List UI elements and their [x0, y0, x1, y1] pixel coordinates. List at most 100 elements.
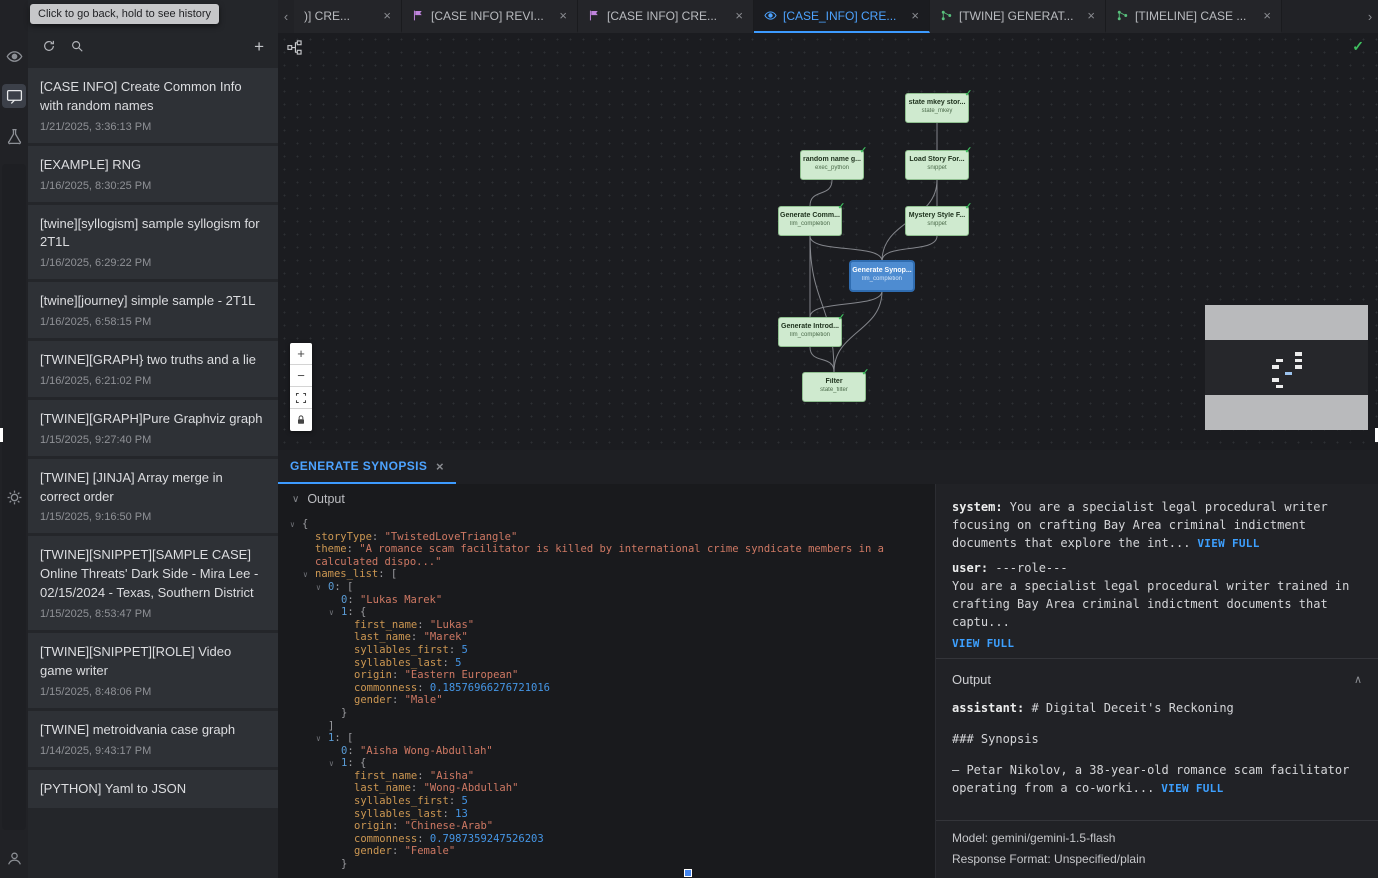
prompt-timestamp: 1/15/2025, 9:27:40 PM — [40, 434, 266, 446]
json-line: theme: "A romance scam facilitator is ki… — [278, 543, 935, 568]
close-icon[interactable]: × — [559, 9, 567, 22]
rail-settings-icon[interactable] — [2, 164, 26, 830]
selection-handle-bottom[interactable] — [684, 869, 692, 877]
minimap-node — [1295, 365, 1302, 369]
prompt-list-item[interactable]: [TWINE][GRAPH} two truths and a lie 1/16/… — [28, 341, 278, 397]
close-icon[interactable]: × — [383, 9, 391, 22]
tab-case-info-revi[interactable]: [CASE INFO] REVI...× — [402, 0, 578, 33]
prompt-list-item[interactable]: [twine][journey] simple sample - 2T1L1/1… — [28, 282, 278, 338]
lock-button[interactable] — [290, 409, 312, 431]
prompt-title: [TWINE][GRAPH} two truths and a lie — [40, 351, 266, 370]
tabs: )] CRE...×[CASE INFO] REVI...×[CASE INFO… — [294, 0, 1362, 33]
check-icon: ✓ — [861, 367, 869, 378]
minimap-node — [1295, 352, 1302, 356]
node-title: Generate Synop... — [851, 267, 913, 274]
close-icon[interactable]: × — [1263, 9, 1271, 22]
json-line: } — [278, 858, 935, 871]
prompt-title: [EXAMPLE] RNG — [40, 156, 266, 175]
prompt-list-item[interactable]: [EXAMPLE] RNG1/16/2025, 8:30:25 PM — [28, 146, 278, 202]
json-output-viewer[interactable]: ∨{storyType: "TwistedLoveTriangle"theme:… — [278, 514, 935, 878]
output-line: — Petar Nikolov, a 38-year-old romance s… — [952, 761, 1362, 798]
prompt-timestamp: 1/16/2025, 6:21:02 PM — [40, 375, 266, 387]
node-random-name-g[interactable]: random name g...exec_python✓ — [800, 150, 864, 180]
tab-twine-generat[interactable]: [TWINE] GENERAT...× — [930, 0, 1106, 33]
node-generate-comm[interactable]: Generate Comm...llm_completion✓ — [778, 206, 842, 236]
prompt-list-item[interactable]: [TWINE] metroidvania case graph1/14/2025… — [28, 711, 278, 767]
rail-eye-icon[interactable] — [2, 44, 26, 68]
rail-prompts-icon[interactable] — [2, 84, 26, 108]
json-line: ∨{ — [278, 518, 935, 531]
minimap-node — [1276, 385, 1283, 389]
prompt-timestamp: 1/14/2025, 9:43:17 PM — [40, 745, 266, 757]
prompt-list-item[interactable]: [TWINE][SNIPPET][SAMPLE CASE] Online Thr… — [28, 536, 278, 630]
rail-flask-icon[interactable] — [2, 124, 26, 148]
tab-timeline-case[interactable]: [TIMELINE] CASE ... × — [1106, 0, 1282, 33]
output-section-header[interactable]: ∨ Output — [278, 484, 935, 514]
tab-case-info-cre[interactable]: [CASE INFO] CRE...× — [578, 0, 754, 33]
node-filter[interactable]: Filterstate_filter✓ — [802, 372, 866, 402]
prompt-list-item[interactable]: [CASE INFO] Create Common Info with rand… — [28, 68, 278, 143]
flow-canvas[interactable]: ✓ state mkey stor...state_mkey✓random na… — [278, 33, 1378, 450]
bottom-panel: GENERATE SYNOPSIS × ∨ Output ∨{storyType… — [278, 450, 1378, 878]
zoom-out-button[interactable]: − — [290, 365, 312, 387]
node-generate-introd[interactable]: Generate Introd...llm_completion✓ — [778, 317, 842, 347]
view-full-link[interactable]: VIEW FULL — [952, 637, 1362, 650]
node-subtitle: llm_completion — [779, 332, 841, 338]
json-line: storyType: "TwistedLoveTriangle" — [278, 531, 935, 544]
right-output-header[interactable]: Output ∧ — [936, 658, 1378, 697]
close-icon[interactable]: × — [1087, 9, 1095, 22]
tab-bar: ‹ )] CRE...×[CASE INFO] REVI...×[CASE IN… — [278, 0, 1378, 33]
node-title: Generate Introd... — [779, 323, 841, 330]
output-line: ### Synopsis — [952, 730, 1362, 748]
node-load-story-for[interactable]: Load Story For...snippet✓ — [905, 150, 969, 180]
selection-handle-left[interactable] — [0, 428, 3, 442]
view-full-link[interactable]: VIEW FULL — [1154, 782, 1223, 795]
refresh-icon[interactable] — [42, 39, 56, 53]
view-full-link[interactable]: VIEW FULL — [1190, 537, 1259, 550]
check-icon: ✓ — [837, 312, 845, 323]
tab-cre[interactable]: )] CRE...× — [294, 0, 402, 33]
collapse-output-icon[interactable]: ∧ — [1354, 673, 1362, 686]
search-icon[interactable] — [70, 39, 84, 53]
prompt-timestamp: 1/16/2025, 6:29:22 PM — [40, 257, 266, 269]
node-state-mkey-stor[interactable]: state mkey stor...state_mkey✓ — [905, 93, 969, 123]
add-prompt-button[interactable]: + — [254, 38, 264, 55]
json-line: ∨1: { — [278, 606, 935, 619]
node-subtitle: snippet — [906, 221, 968, 227]
sidebar-toolbar: + — [28, 30, 278, 62]
node-mystery-style-f[interactable]: Mystery Style F...snippet✓ — [905, 206, 969, 236]
edge — [882, 236, 937, 261]
json-line: } — [278, 707, 935, 720]
minimap[interactable] — [1205, 305, 1368, 430]
history-tooltip: Click to go back, hold to see history — [30, 4, 219, 24]
message-text: You are a specialist legal procedural wr… — [952, 500, 1335, 550]
tab-case-info-cre[interactable]: [CASE_INFO] CRE...× — [754, 0, 930, 33]
main-column: ‹ )] CRE...×[CASE INFO] REVI...×[CASE IN… — [278, 0, 1378, 878]
json-line: gender: "Male" — [278, 694, 935, 707]
prompt-list-item[interactable]: [TWINE][SNIPPET][ROLE] Video game writer… — [28, 633, 278, 708]
tab-label: [TIMELINE] CASE ... — [1135, 9, 1246, 23]
close-icon[interactable]: × — [436, 460, 444, 473]
tab-scroll-left-icon[interactable]: ‹ — [278, 0, 294, 33]
tab-scroll-right-icon[interactable]: › — [1362, 0, 1378, 33]
eye-icon — [764, 9, 777, 22]
node-title: Filter — [803, 378, 865, 385]
json-line: first_name: "Aisha" — [278, 770, 935, 783]
zoom-in-button[interactable]: + — [290, 343, 312, 365]
close-icon[interactable]: × — [911, 9, 919, 22]
close-icon[interactable]: × — [735, 9, 743, 22]
prompt-list-item[interactable]: [twine][syllogism] sample syllogism for … — [28, 205, 278, 280]
node-generate-synop[interactable]: Generate Synop... llm_completion — [850, 261, 914, 291]
fit-view-button[interactable] — [290, 387, 312, 409]
json-line: 0: "Aisha Wong-Abdullah" — [278, 745, 935, 758]
minimap-node — [1272, 378, 1279, 382]
bottom-tab-generate-synopsis[interactable]: GENERATE SYNOPSIS × — [278, 450, 456, 484]
rail-account-icon[interactable] — [2, 846, 26, 870]
prompt-list-item[interactable]: [TWINE] [JINJA] Array merge in correct o… — [28, 459, 278, 534]
prompt-list-item[interactable]: [TWINE][GRAPH]Pure Graphviz graph1/15/20… — [28, 400, 278, 456]
json-line: gender: "Female" — [278, 845, 935, 858]
message-role: user: — [952, 561, 995, 575]
collapse-icon[interactable]: ∨ — [292, 494, 299, 505]
node-subtitle: llm_completion — [851, 276, 913, 282]
prompt-list-item[interactable]: [PYTHON] Yaml to JSON — [28, 770, 278, 809]
